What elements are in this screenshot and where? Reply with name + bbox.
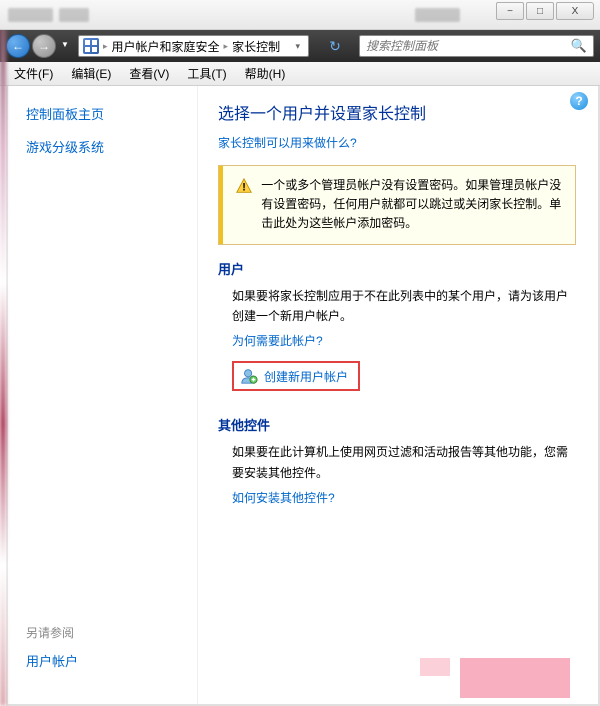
sidebar: 控制面板主页 游戏分级系统 另请参阅 用户帐户: [8, 86, 198, 704]
user-add-icon: [240, 367, 258, 385]
sidebar-game-rating[interactable]: 游戏分级系统: [26, 137, 197, 156]
minimize-button[interactable]: −: [496, 2, 524, 20]
forward-button[interactable]: →: [32, 34, 56, 58]
help-button[interactable]: ?: [570, 92, 588, 110]
sidebar-user-accounts[interactable]: 用户帐户: [26, 651, 197, 670]
warning-box: ! 一个或多个管理员帐户没有设置密码。如果管理员帐户没有设置密码，任何用户就都可…: [218, 165, 576, 245]
navigation-bar: ← → ▼ ▸ 用户帐户和家庭安全 ▸ 家长控制 ▾ ↻ 🔍: [0, 30, 600, 62]
search-input[interactable]: [366, 39, 571, 53]
sidebar-control-panel-home[interactable]: 控制面板主页: [26, 104, 197, 123]
warning-text[interactable]: 一个或多个管理员帐户没有设置密码。如果管理员帐户没有设置密码，任何用户就都可以跳…: [261, 176, 563, 234]
search-icon[interactable]: 🔍: [571, 38, 587, 54]
menubar: 文件(F) 编辑(E) 查看(V) 工具(T) 帮助(H): [0, 62, 600, 86]
breadcrumb-dropdown[interactable]: ▾: [291, 41, 304, 52]
breadcrumb-item-2[interactable]: 家长控制: [232, 38, 280, 55]
other-body-text: 如果要在此计算机上使用网页过滤和活动报告等其他功能，您需要安装其他控件。: [218, 442, 576, 483]
menu-view[interactable]: 查看(V): [121, 62, 177, 85]
nav-history-dropdown[interactable]: ▼: [58, 34, 72, 54]
back-button[interactable]: ←: [6, 34, 30, 58]
see-also-label: 另请参阅: [26, 624, 197, 641]
breadcrumb-sep: ▸: [224, 41, 229, 52]
other-section-label: 其他控件: [218, 415, 576, 434]
close-button[interactable]: X: [556, 2, 594, 20]
menu-tools[interactable]: 工具(T): [179, 62, 234, 85]
control-panel-icon: [83, 38, 99, 54]
warning-icon: !: [235, 177, 253, 195]
breadcrumb[interactable]: ▸ 用户帐户和家庭安全 ▸ 家长控制 ▾: [78, 35, 309, 57]
search-box[interactable]: 🔍: [359, 35, 594, 57]
why-need-link[interactable]: 为何需要此帐户?: [218, 332, 576, 349]
main-panel: ? 选择一个用户并设置家长控制 家长控制可以用来做什么? ! 一个或多个管理员帐…: [198, 86, 598, 704]
menu-edit[interactable]: 编辑(E): [63, 62, 119, 85]
maximize-button[interactable]: □: [526, 2, 554, 20]
menu-file[interactable]: 文件(F): [6, 62, 61, 85]
users-section-label: 用户: [218, 259, 576, 278]
what-can-link[interactable]: 家长控制可以用来做什么?: [218, 136, 357, 150]
svg-text:!: !: [242, 182, 246, 194]
users-body-text: 如果要将家长控制应用于不在此列表中的某个用户，请为该用户创建一个新用户帐户。: [218, 286, 576, 327]
breadcrumb-item-1[interactable]: 用户帐户和家庭安全: [112, 38, 220, 55]
background-artifact: [420, 658, 450, 676]
menu-help[interactable]: 帮助(H): [237, 62, 294, 85]
breadcrumb-sep: ▸: [103, 41, 108, 52]
refresh-button[interactable]: ↻: [323, 35, 347, 57]
create-new-user-link[interactable]: 创建新用户帐户: [232, 361, 360, 391]
how-install-link[interactable]: 如何安装其他控件?: [218, 489, 576, 506]
background-artifact: [460, 658, 570, 698]
titlebar: − □ X: [0, 0, 600, 30]
create-new-user-label: 创建新用户帐户: [264, 368, 348, 385]
page-title: 选择一个用户并设置家长控制: [218, 100, 576, 124]
